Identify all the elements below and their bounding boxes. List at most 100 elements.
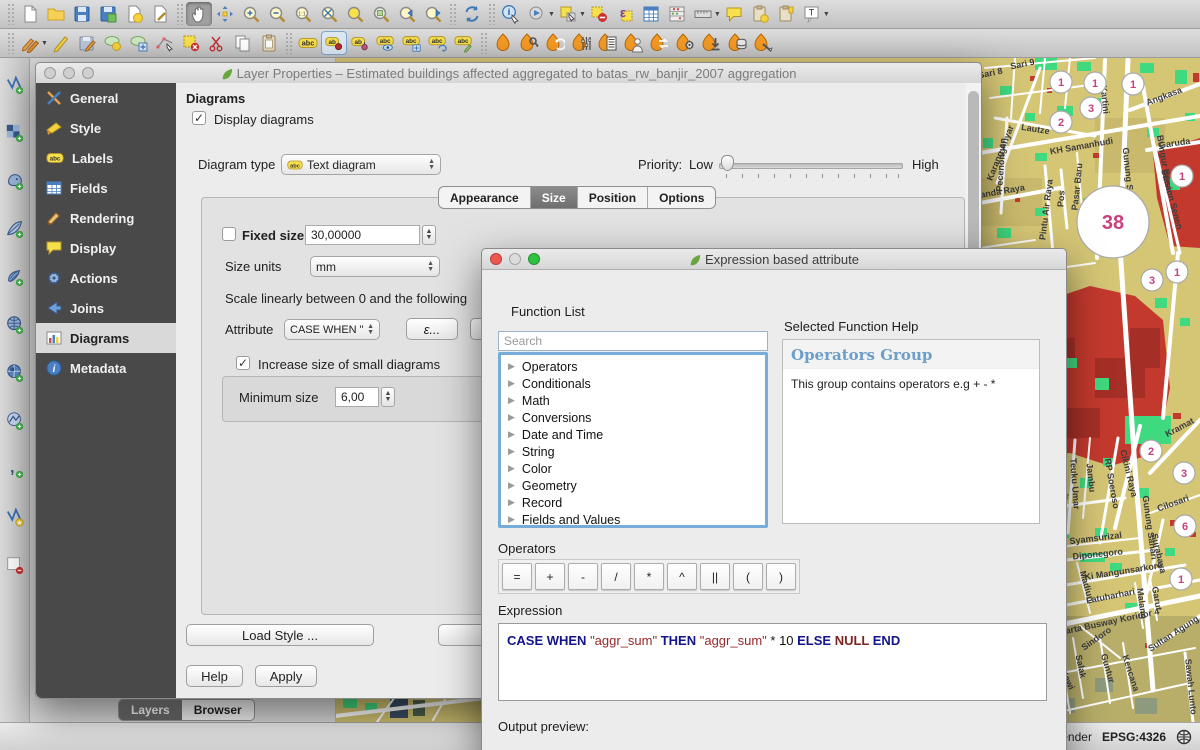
tree-item-color[interactable]: ▶Color — [501, 460, 765, 477]
text-annotation-button[interactable]: T — [799, 2, 825, 26]
dropdown-caret[interactable]: ▼ — [579, 11, 586, 18]
expand-triangle-icon[interactable]: ▶ — [508, 412, 515, 423]
sidebar-item-actions[interactable]: Actions — [36, 263, 176, 293]
new-shapefile-layer-button[interactable] — [2, 504, 28, 530]
expand-triangle-icon[interactable]: ▶ — [508, 463, 515, 474]
minimum-size-field[interactable]: 6,00 — [335, 387, 379, 407]
function-tree[interactable]: ▶Operators ▶Conditionals ▶Math ▶Conversi… — [498, 352, 768, 528]
dropdown-caret[interactable]: ▼ — [823, 11, 830, 18]
show-hide-labels-button[interactable]: abc — [373, 31, 399, 55]
sidebar-item-general[interactable]: General — [36, 83, 176, 113]
attribute-dropdown[interactable]: CASE WHEN " ▲▼ — [284, 319, 380, 340]
tree-item-geometry[interactable]: ▶Geometry — [501, 477, 765, 494]
inasafe-reload-button[interactable] — [542, 31, 568, 55]
fixed-size-checkbox[interactable] — [222, 227, 236, 241]
tree-item-conditionals[interactable]: ▶Conditionals — [501, 375, 765, 392]
operator-multiply-button[interactable]: * — [634, 563, 664, 590]
run-feature-action-button[interactable] — [524, 2, 550, 26]
open-project-button[interactable] — [43, 2, 69, 26]
operator-power-button[interactable]: ^ — [667, 563, 697, 590]
tab-size[interactable]: Size — [531, 187, 578, 208]
tab-appearance[interactable]: Appearance — [439, 187, 531, 208]
layer-properties-titlebar[interactable]: Layer Properties – Estimated buildings a… — [36, 63, 981, 84]
increase-small-checkbox[interactable]: ✓ — [236, 356, 250, 370]
new-bookmark-button[interactable] — [747, 2, 773, 26]
add-postgis-layer-button[interactable] — [2, 168, 28, 194]
refresh-map-button[interactable] — [459, 2, 485, 26]
tree-item-math[interactable]: ▶Math — [501, 392, 765, 409]
toolbar-grip[interactable] — [176, 3, 183, 25]
select-features-button[interactable] — [555, 2, 581, 26]
labeling-options-button[interactable]: abc — [295, 31, 321, 55]
move-label-button[interactable]: abc — [399, 31, 425, 55]
zoom-actual-size-button[interactable]: 1:1 — [290, 2, 316, 26]
tab-browser[interactable]: Browser — [182, 700, 254, 720]
pan-to-selection-button[interactable] — [212, 2, 238, 26]
operator-plus-button[interactable]: + — [535, 563, 565, 590]
composer-manager-button[interactable] — [147, 2, 173, 26]
minimize-button[interactable] — [509, 253, 521, 265]
delete-selected-button[interactable] — [178, 31, 204, 55]
operator-concat-button[interactable]: || — [700, 563, 730, 590]
field-calculator-button[interactable] — [664, 2, 690, 26]
tree-item-record[interactable]: ▶Record — [501, 494, 765, 511]
inasafe-minimum-needs-button[interactable] — [620, 31, 646, 55]
copy-features-button[interactable] — [230, 31, 256, 55]
tree-item-fields-and-values[interactable]: ▶Fields and Values — [501, 511, 765, 528]
measure-line-button[interactable] — [690, 2, 716, 26]
fixed-size-stepper[interactable]: ▲▼ — [422, 225, 436, 245]
add-feature-button[interactable] — [100, 31, 126, 55]
expand-triangle-icon[interactable]: ▶ — [508, 514, 515, 525]
help-button[interactable]: Help — [186, 665, 243, 687]
pin-unpin-labels-button[interactable]: ab — [347, 31, 373, 55]
add-spatialite-layer-button[interactable] — [2, 216, 28, 242]
deselect-features-button[interactable] — [586, 2, 612, 26]
remove-layer-button[interactable] — [2, 552, 28, 578]
inasafe-settings-button[interactable] — [672, 31, 698, 55]
highlight-pinned-labels-button[interactable]: ab — [321, 31, 347, 55]
size-units-dropdown[interactable]: mm ▲▼ — [310, 256, 440, 277]
zoom-to-selection-button[interactable] — [342, 2, 368, 26]
cut-features-button[interactable] — [204, 31, 230, 55]
current-edits-button[interactable] — [17, 31, 43, 55]
apply-button[interactable]: Apply — [255, 665, 317, 687]
operator-close-paren-button[interactable]: ) — [766, 563, 796, 590]
add-vector-layer-button[interactable] — [2, 72, 28, 98]
zoom-button[interactable] — [82, 67, 94, 79]
operator-open-paren-button[interactable]: ( — [733, 563, 763, 590]
attribute-expression-button[interactable]: ε... — [406, 318, 458, 340]
expand-triangle-icon[interactable]: ▶ — [508, 497, 515, 508]
sidebar-item-fields[interactable]: Fields — [36, 173, 176, 203]
inasafe-keywords-button[interactable] — [516, 31, 542, 55]
expand-triangle-icon[interactable]: ▶ — [508, 480, 515, 491]
add-wms-layer-button[interactable] — [2, 312, 28, 338]
expand-triangle-icon[interactable]: ▶ — [508, 378, 515, 389]
tree-item-date-and-time[interactable]: ▶Date and Time — [501, 426, 765, 443]
inasafe-dock-button[interactable] — [490, 31, 516, 55]
inasafe-options-button[interactable] — [568, 31, 594, 55]
zoom-to-layer-button[interactable] — [368, 2, 394, 26]
expression-editor[interactable]: CASE WHEN "aggr_sum" THEN "aggr_sum" * 1… — [498, 623, 1047, 701]
expand-triangle-icon[interactable]: ▶ — [508, 361, 515, 372]
toolbar-grip[interactable] — [480, 32, 487, 54]
toolbar-grip[interactable] — [285, 32, 292, 54]
dropdown-caret[interactable]: ▼ — [714, 11, 721, 18]
toolbar-grip[interactable] — [488, 3, 495, 25]
sidebar-item-diagrams[interactable]: Diagrams — [36, 323, 176, 353]
expression-dialog-titlebar[interactable]: Expression based attribute — [482, 249, 1066, 270]
fixed-size-field[interactable]: 30,00000 — [305, 225, 420, 245]
node-tool-button[interactable] — [152, 31, 178, 55]
zoom-full-extent-button[interactable] — [316, 2, 342, 26]
tree-item-operators[interactable]: ▶Operators — [501, 358, 765, 375]
dropdown-caret[interactable]: ▼ — [548, 11, 555, 18]
paste-features-button[interactable] — [256, 31, 282, 55]
zoom-button[interactable] — [528, 253, 540, 265]
expand-triangle-icon[interactable]: ▶ — [508, 395, 515, 406]
open-attribute-table-button[interactable] — [638, 2, 664, 26]
tab-position[interactable]: Position — [578, 187, 648, 208]
show-bookmarks-button[interactable] — [773, 2, 799, 26]
toggle-editing-button[interactable] — [48, 31, 74, 55]
operator-divide-button[interactable]: / — [601, 563, 631, 590]
sidebar-item-rendering[interactable]: Rendering — [36, 203, 176, 233]
tab-options[interactable]: Options — [648, 187, 715, 208]
